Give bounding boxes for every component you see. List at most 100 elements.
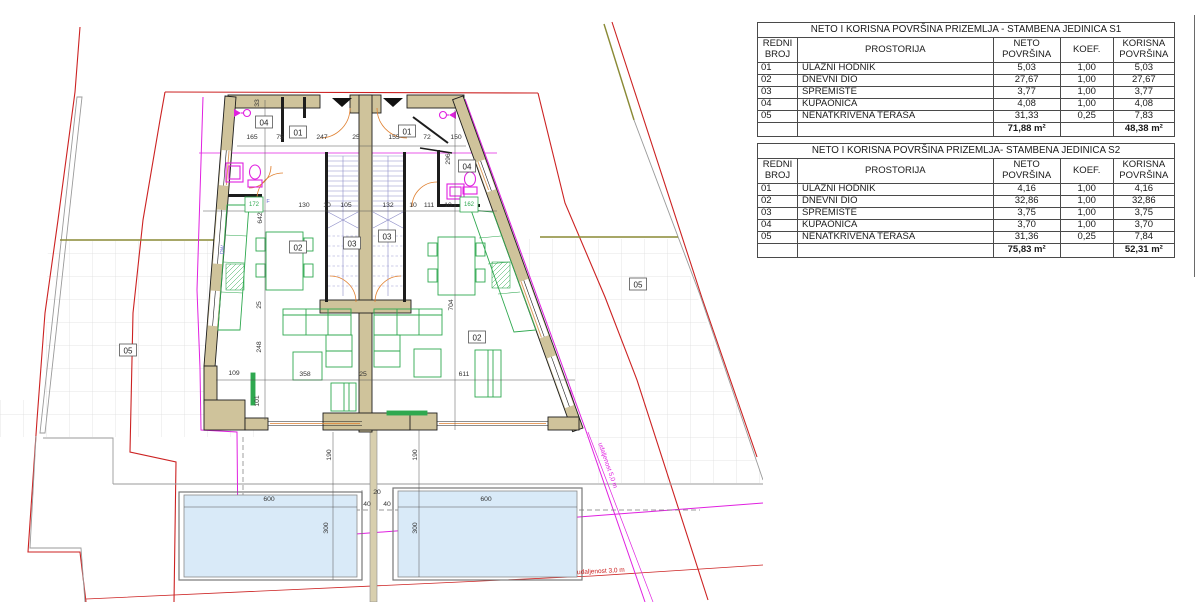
room-number: 05 [634, 281, 643, 290]
dim-label: 33 [254, 99, 261, 107]
tv-units [251, 350, 501, 415]
room-number: 02 [473, 334, 482, 343]
dim-label: 25 [359, 371, 367, 378]
area-table-s1: NETO I KORISNA POVRŠINA PRIZEMLJA - STAM… [757, 22, 1175, 137]
setback-distance-label: udaljenost 3,0 m [577, 567, 625, 576]
total-korisna: 52,31 m² [1113, 244, 1174, 258]
dim-label: 296 [445, 153, 452, 165]
dim-label: 10 [323, 202, 331, 209]
dim-label: 704 [448, 299, 455, 311]
dim-label: 75 [276, 134, 284, 141]
table-row: 02DNEVNI DIO32,861,0032,86 [758, 196, 1175, 208]
room-label: 02 [469, 331, 486, 343]
room-label: 02 [290, 241, 307, 253]
col-header-redni-broj: REDNI BROJ [758, 159, 798, 184]
table-row: 01ULAZNI HODNIK5,031,005,03 [758, 63, 1175, 75]
room-number: 05 [124, 347, 133, 356]
col-header-korisna: KORISNA POVRŠINA [1113, 159, 1174, 184]
room-label: 03 [379, 230, 396, 242]
kitchen-sink-label: 162 [464, 202, 475, 208]
table-row: 04KUPAONICA4,081,004,08 [758, 99, 1175, 111]
room-label: 04 [256, 116, 273, 128]
col-header-korisna: KORISNA POVRŠINA [1113, 38, 1174, 63]
table-title: NETO I KORISNA POVRŠINA PRIZEMLJA- STAMB… [758, 144, 1175, 159]
col-header-prostorija: PROSTORIJA [798, 38, 994, 63]
room-number: 03 [348, 240, 357, 249]
dim-label: 248 [256, 341, 263, 353]
dim-label: 20 [373, 489, 381, 496]
pool-left [179, 492, 362, 580]
dim-label: 247 [316, 134, 328, 141]
col-header-redni-broj: REDNI BROJ [758, 38, 798, 63]
entrance-arrow-right [383, 98, 403, 107]
total-korisna: 48,38 m² [1113, 123, 1174, 137]
dim-label: 132 [382, 202, 394, 209]
dim-label: 105 [340, 202, 352, 209]
sheet-frame-line [1194, 15, 1195, 277]
dim-label: 358 [299, 371, 311, 378]
dim-label: 642 [257, 212, 264, 224]
dim-label: 10 [444, 202, 452, 209]
dim-label: 25 [256, 301, 263, 309]
dim-label: 190 [326, 449, 333, 461]
dim-label: 150 [450, 134, 462, 141]
total-neto: 75,83 m² [993, 244, 1060, 258]
dim-label: 130 [298, 202, 310, 209]
room-label: 01 [290, 126, 307, 138]
dim-label: 40 [383, 501, 391, 508]
dim-label: 111 [424, 202, 435, 209]
kitchen-sink-label: 172 [249, 202, 260, 208]
floor-plan: 1657524725155721503329664225248704109101… [0, 0, 763, 602]
table-row: 03SPREMIŠTE3,751,003,75 [758, 208, 1175, 220]
center-party-wall [359, 95, 372, 432]
room-number: 02 [294, 244, 303, 253]
room-number: 01 [294, 129, 303, 138]
dim-label: 72 [423, 134, 431, 141]
room-label: 04 [459, 160, 476, 172]
dim-label: 600 [480, 496, 492, 503]
dim-label: 25 [352, 134, 360, 141]
pool-divider-wall [370, 430, 377, 602]
dim-label: 165 [246, 134, 258, 141]
dim-label: 300 [323, 522, 330, 534]
dim-label: 611 [459, 371, 470, 378]
table-title: NETO I KORISNA POVRŠINA PRIZEMLJA - STAM… [758, 23, 1175, 38]
dim-label: 190 [412, 449, 419, 461]
table-row: 05NENATKRIVENA TERASA31,330,257,83 [758, 111, 1175, 123]
col-header-prostorija: PROSTORIJA [798, 159, 994, 184]
dim-label: 109 [228, 370, 240, 377]
table-row: 03SPREMIŠTE3,771,003,77 [758, 87, 1175, 99]
sofa-right [374, 309, 442, 367]
table-row: 01ULAZNI HODNIK4,161,004,16 [758, 184, 1175, 196]
furniture-label: DW [219, 244, 226, 255]
room-label: 05 [120, 344, 137, 356]
table-row: 02DNEVNI DIO27,671,0027,67 [758, 75, 1175, 87]
furniture-label: F [266, 199, 270, 205]
col-header-neto: NETO POVRŠINA [993, 38, 1060, 63]
floor-plan-svg: 1657524725155721503329664225248704109101… [0, 0, 763, 602]
col-header-neto: NETO POVRŠINA [993, 159, 1060, 184]
dim-label: 10 [409, 202, 417, 209]
table-row: 04KUPAONICA3,701,003,70 [758, 220, 1175, 232]
dim-label: 300 [412, 522, 419, 534]
architectural-sheet: 1657524725155721503329664225248704109101… [0, 0, 1200, 602]
total-neto: 71,88 m² [993, 123, 1060, 137]
room-number: 03 [383, 233, 392, 242]
room-label: 01 [399, 125, 416, 137]
room-label: 05 [630, 278, 647, 290]
dim-label: 40 [363, 501, 371, 508]
room-number: 04 [463, 163, 472, 172]
room-number: 04 [260, 119, 269, 128]
dining-set-right [428, 237, 485, 295]
area-table-s2: NETO I KORISNA POVRŠINA PRIZEMLJA- STAMB… [757, 143, 1175, 258]
room-label: 03 [344, 237, 361, 249]
dim-label: 600 [263, 496, 275, 503]
room-number: 01 [403, 128, 412, 137]
col-header-koef: KOEF. [1060, 38, 1113, 63]
entrance-arrow-left [332, 98, 352, 107]
area-tables: NETO I KORISNA POVRŠINA PRIZEMLJA - STAM… [757, 22, 1175, 264]
col-header-koef: KOEF. [1060, 159, 1113, 184]
terrace-grid-left-low [0, 400, 46, 437]
dim-label: 101 [254, 395, 261, 407]
table-row: 05NENATKRIVENA TERASA31,360,257,84 [758, 232, 1175, 244]
